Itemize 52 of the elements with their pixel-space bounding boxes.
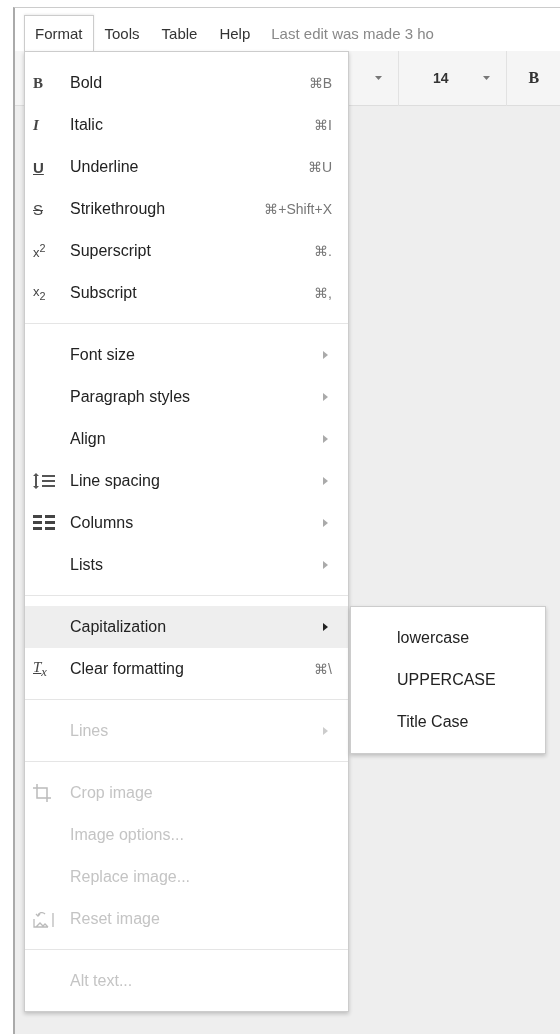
menu-item[interactable]: B Bold ⌘B (25, 62, 348, 104)
bold-button[interactable]: B (528, 69, 540, 87)
underline-icon: U (33, 159, 44, 175)
menu-item[interactable]: Lists (25, 544, 348, 586)
submenu-arrow-icon (323, 561, 328, 569)
submenu-item[interactable]: Title Case (351, 701, 545, 743)
submenu-arrow-icon (323, 435, 328, 443)
menu-item[interactable]: I Italic ⌘I (25, 104, 348, 146)
shortcut-text: ⌘\ (314, 661, 332, 677)
submenu-arrow-icon (323, 623, 328, 631)
submenu-arrow-icon (323, 519, 328, 527)
shortcut-text: ⌘, (314, 285, 332, 301)
font-size-value[interactable]: 14 (433, 70, 449, 86)
bold-icon: B (33, 75, 43, 91)
submenu-arrow-icon (323, 393, 328, 401)
columns-icon (33, 515, 55, 531)
shortcut-text: ⌘B (308, 75, 332, 91)
menu-item[interactable]: T$_{x}$ Clear formatting ⌘\ (25, 648, 348, 690)
menu-item[interactable]: x$_{2}$ Subscript ⌘, (25, 272, 348, 314)
menu-item[interactable]: Align (25, 418, 348, 460)
menu-item[interactable]: Capitalization (25, 606, 348, 648)
last-edit-status: Last edit was made 3 ho (270, 25, 434, 44)
strike-icon: S (33, 201, 43, 217)
submenu-arrow-icon (323, 477, 328, 485)
crop-icon (33, 784, 53, 802)
caret-icon[interactable] (375, 76, 382, 80)
caret-icon[interactable] (482, 76, 490, 80)
shortcut-text: ⌘U (307, 159, 332, 175)
menu-item[interactable]: Paragraph styles (25, 376, 348, 418)
reset-image-icon (33, 910, 55, 928)
menu-item[interactable]: U Underline ⌘U (25, 146, 348, 188)
submenu-arrow-icon (323, 727, 328, 735)
clear-icon: T$_{x}$ (33, 659, 47, 679)
shortcut-text: ⌘. (314, 243, 332, 259)
submenu-arrow-icon (323, 351, 328, 359)
submenu-item[interactable]: lowercase (351, 617, 545, 659)
menu-tab[interactable]: Help (208, 15, 262, 51)
menu-tab[interactable]: Tools (93, 15, 151, 51)
menu-item[interactable]: S Strikethrough ⌘+Shift+X (25, 188, 348, 230)
menu-tab[interactable]: Format (24, 15, 94, 51)
menu-item[interactable]: x$^{2}$ Superscript ⌘. (25, 230, 348, 272)
superscript-icon: x$^{2}$ (33, 242, 46, 260)
shortcut-text: ⌘+Shift+X (264, 201, 332, 217)
italic-icon: I (33, 117, 39, 133)
menu-item[interactable]: Columns (25, 502, 348, 544)
shortcut-text: ⌘I (314, 117, 332, 133)
menu-item[interactable]: Font size (25, 334, 348, 376)
submenu-item[interactable]: UPPERCASE (351, 659, 545, 701)
menu-tab[interactable]: Table (150, 15, 209, 51)
line-spacing-icon (33, 473, 55, 489)
subscript-icon: x$_{2}$ (33, 284, 46, 302)
menu-item[interactable]: Line spacing (25, 460, 348, 502)
